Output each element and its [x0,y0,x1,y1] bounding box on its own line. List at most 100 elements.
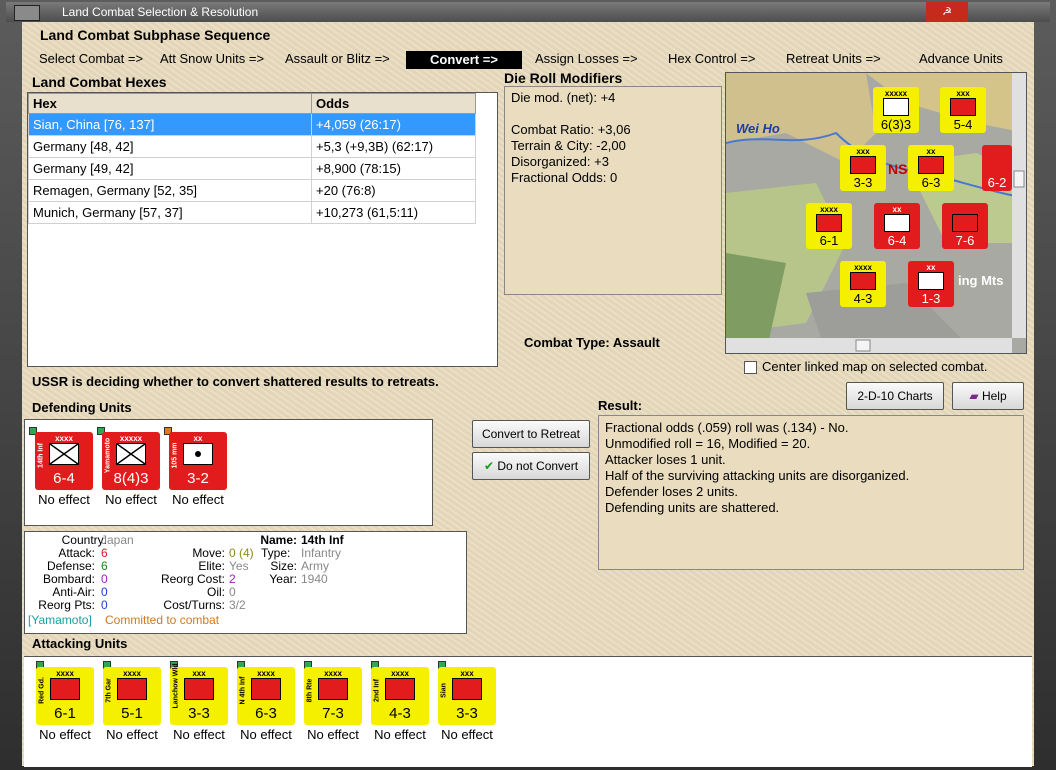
map-counter[interactable]: xx 6-3 [908,145,954,191]
hex-row[interactable]: Germany [49, 42] +8,900 (78:15) [28,157,476,180]
unit-symbol-icon [385,678,415,700]
attacking-unit[interactable]: xxx Sian 3-3 [438,667,496,725]
map-counter[interactable]: xxx 3-3 [840,145,886,191]
hex-row[interactable]: Munich, Germany [57, 37] +10,273 (61,5:1… [28,201,476,224]
mod-spacer [511,106,631,122]
map-counter[interactable]: xxxx 6-1 [806,203,852,249]
type-value: Infantry [301,546,342,560]
hex-cell: Remagen, Germany [52, 35] [28,179,312,202]
hex-list: Hex Odds Sian, China [76, 137] +4,059 (2… [27,92,498,367]
year-label: Year: [269,572,297,586]
size-value: Army [301,559,329,573]
map-counter[interactable]: 7-6 [942,203,988,249]
subphase-heading: Land Combat Subphase Sequence [40,27,271,43]
defending-unit[interactable]: xx 105 mm 3-2 [169,432,227,490]
step-att-snow: Att Snow Units => [160,51,265,66]
center-map-label: Center linked map on selected combat. [762,359,988,374]
do-not-convert-label: Do not Convert [497,459,579,473]
attacking-effect: No effect [441,727,493,742]
window-title: Land Combat Selection & Resolution [62,5,259,19]
check-icon: ✔ [483,459,494,473]
modifiers-heading: Die Roll Modifiers [504,70,623,86]
costturns-label: Cost/Turns: [163,598,225,612]
map-counter[interactable]: xx 6-4 [874,203,920,249]
attacking-unit[interactable]: xxx Lanchow Wld 3-3 [170,663,228,725]
convert-retreat-button[interactable]: Convert to Retreat [472,420,590,448]
unit-symbol-icon [50,678,80,700]
step-convert-active: Convert => [406,51,522,69]
odds-cell: +8,900 (78:15) [311,157,476,180]
defense-label: Defense: [46,559,95,573]
map-counter[interactable]: xx 1-3 [908,261,954,307]
antiair-value: 0 [101,585,108,599]
unit-symbol-icon [184,678,214,700]
map-counter[interactable]: 6-2 [982,145,1012,191]
unit-symbol-icon [318,678,348,700]
subphase-sequence: Select Combat => Att Snow Units => Assau… [34,49,1032,69]
result-line: Unmodified roll = 16, Modified = 20. [605,436,811,451]
commander-name: [Yamamoto] [28,613,92,627]
defending-effect: No effect [172,492,224,507]
hex-cell: Germany [48, 42] [28,135,312,158]
name-label: Name: [260,533,297,547]
attacking-unit[interactable]: xxxx 8th Rte 7-3 [304,667,362,725]
defending-panel: xxxx 14th Inf 6-4 No effect xxxxx Yamamo… [24,419,433,526]
mod-line: Die mod. (net): +4 [511,90,616,105]
dialog-content: Land Combat Subphase Sequence Select Com… [22,22,1034,767]
country-label: Country: [61,533,107,547]
map-counter[interactable]: xxxxx 6(3)3 [873,87,919,133]
unit-symbol-icon [117,678,147,700]
close-button[interactable]: ☭ [926,2,968,22]
map-label-wei-ho: Wei Ho [736,121,780,136]
step-select-combat: Select Combat => [39,51,144,66]
infantry-symbol-icon [49,443,79,465]
elite-label: Elite: [198,559,225,573]
hex-row[interactable]: Germany [48, 42] +5,3 (+9,3B) (62:17) [28,135,476,158]
hex-row[interactable]: Sian, China [76, 137] +4,059 (26:17) [28,113,476,136]
attacking-panel: xxxx Red Gd. 6-1 No effect xxxx 7th Gar … [24,656,1032,767]
help-button[interactable]: ▰ Help [952,382,1024,410]
year-value: 1940 [301,572,328,586]
linked-map[interactable]: Wei Ho ing Mts NS xxxxx 6(3)3 xxx 5-4 xxx 3… [725,72,1027,354]
col-hex[interactable]: Hex [28,93,312,114]
combat-type-value: Assault [612,335,660,350]
attacking-unit[interactable]: xxxx Red Gd. 6-1 [36,667,94,725]
attacking-effect: No effect [307,727,359,742]
defending-heading: Defending Units [32,400,132,415]
attacking-effect: No effect [173,727,225,742]
do-not-convert-button[interactable]: ✔ Do not Convert [472,452,590,480]
attacking-heading: Attacking Units [32,636,128,651]
step-assign-losses: Assign Losses => [535,51,638,66]
combat-type: Combat Type: Assault [524,335,660,350]
help-label: Help [981,389,1007,403]
odds-cell: +5,3 (+9,3B) (62:17) [311,135,476,158]
center-map-checkbox[interactable] [744,361,757,374]
modifiers-panel: Die mod. (net): +4 Combat Ratio: +3,06 T… [504,86,722,295]
reorg-label: Reorg Pts: [38,598,95,612]
charts-button[interactable]: 2-D-10 Charts [846,382,944,410]
step-hex-control: Hex Control => [668,51,756,66]
mod-line: Combat Ratio: +3,06 [511,122,631,137]
map-counter[interactable]: xxx 5-4 [940,87,986,133]
hex-cell: Munich, Germany [57, 37] [28,201,312,224]
attacking-unit[interactable]: xxxx 7th Gar 5-1 [103,667,161,725]
defending-unit[interactable]: xxxxx Yamamoto 8(4)3 [102,432,160,490]
result-line: Half of the surviving attacking units ar… [605,468,910,483]
bombard-value: 0 [101,572,108,586]
window-menu-button[interactable] [14,5,40,21]
col-odds[interactable]: Odds [311,93,476,114]
step-retreat: Retreat Units => [786,51,881,66]
hex-row[interactable]: Remagen, Germany [52, 35] +20 (76:8) [28,179,476,202]
map-counter[interactable]: xxxx 4-3 [840,261,886,307]
move-value: 0 (4) [229,546,254,560]
attack-value: 6 [101,546,108,560]
defending-unit[interactable]: xxxx 14th Inf 6-4 [35,432,93,490]
antiair-label: Anti-Air: [52,585,95,599]
attacking-unit[interactable]: xxxx N 4th Inf 6-3 [237,667,295,725]
hex-cell: Germany [49, 42] [28,157,312,180]
attacking-unit[interactable]: xxxx 2nd Inf 4-3 [371,667,429,725]
title-bar: Land Combat Selection & Resolution ☭ [6,2,1050,22]
attacking-effect: No effect [240,727,292,742]
result-panel: Fractional odds (.059) roll was (.134) -… [598,415,1024,570]
committed-status: Committed to combat [105,613,220,627]
